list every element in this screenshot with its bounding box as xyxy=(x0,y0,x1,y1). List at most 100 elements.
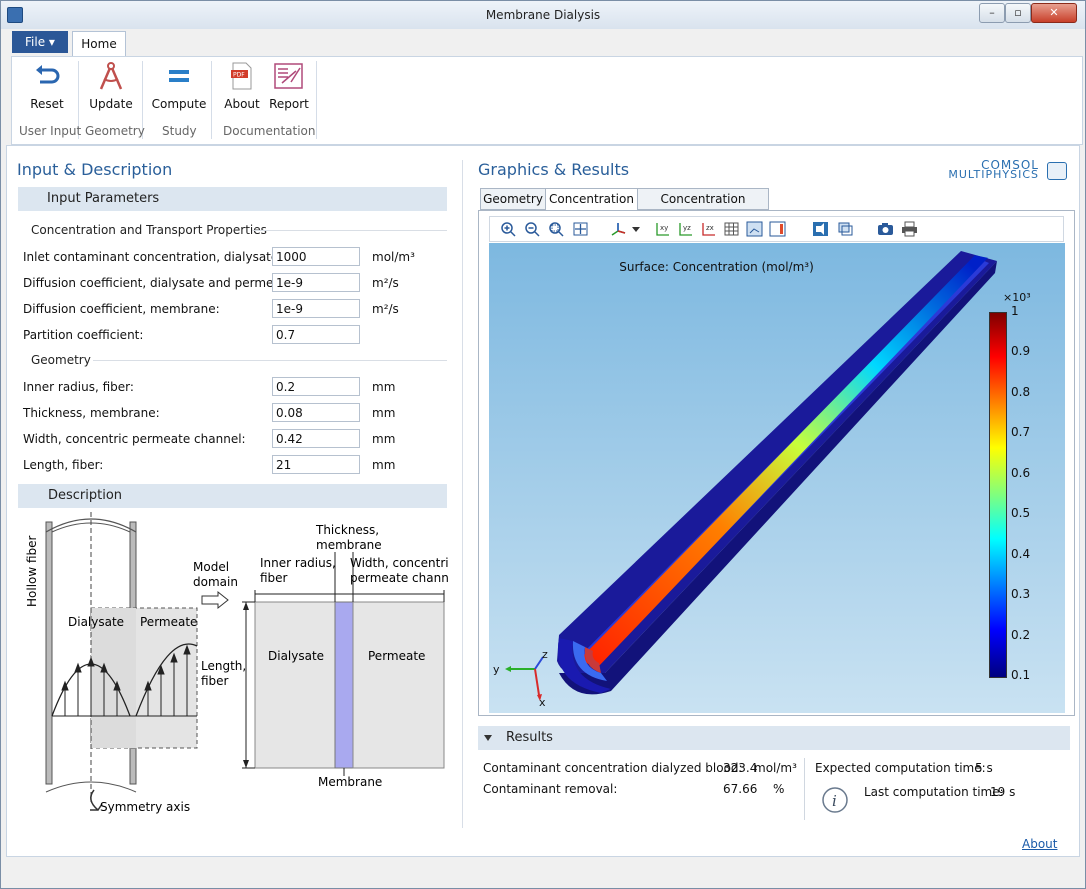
group-label-geometry: Geometry xyxy=(85,124,145,138)
about-button[interactable]: PDF About xyxy=(215,61,269,117)
xy-view-icon[interactable]: xy xyxy=(654,221,671,237)
param-label: Width, concentric permeate channel: xyxy=(23,432,246,446)
axis-orientation-icon[interactable] xyxy=(610,221,627,237)
dropdown-arrow-icon[interactable] xyxy=(631,221,641,237)
colorbar-tick-label: 0.4 xyxy=(1011,546,1031,561)
ribbon: Reset Update Compute PDF About Report Us… xyxy=(11,56,1083,145)
description-diagram: Hollow fiber Dialysate Permeate Length, … xyxy=(25,512,448,814)
app-window: Membrane Dialysis – ▫ ✕ File ▾ Home Rese… xyxy=(0,0,1086,889)
dialysate-region xyxy=(254,601,336,769)
param-label: Diffusion coefficient, dialysate and per… xyxy=(23,276,297,290)
tab-geometry[interactable]: Geometry xyxy=(480,188,546,210)
print-icon[interactable] xyxy=(901,221,918,237)
colorbar-tick-label: 0.1 xyxy=(1011,668,1031,682)
zx-view-icon[interactable]: zx xyxy=(700,221,717,237)
main-panel: Input & Description Input Parameters Con… xyxy=(6,145,1080,857)
symmetry-axis-label: Symmetry axis xyxy=(100,800,190,814)
axis-triad xyxy=(505,656,544,701)
reset-button[interactable]: Reset xyxy=(20,61,74,117)
group-label-study: Study xyxy=(162,124,197,138)
dialysate-region-label: Dialysate xyxy=(268,649,324,663)
minimize-button[interactable]: – xyxy=(979,3,1005,23)
maximize-button[interactable]: ▫ xyxy=(1005,3,1031,23)
update-label: Update xyxy=(89,97,133,111)
inner-radius-input[interactable]: 0.2 xyxy=(272,377,360,396)
param-unit: m²/s xyxy=(372,276,399,290)
report-button[interactable]: Report xyxy=(262,61,316,117)
tab-home[interactable]: Home xyxy=(72,31,126,56)
input-description-title: Input & Description xyxy=(17,160,173,179)
zoom-box-icon[interactable] xyxy=(548,221,565,237)
comsol-logo-line2: MULTIPHYSICS xyxy=(948,168,1039,181)
model-domain-label-1: Model xyxy=(193,560,229,574)
comsol-logo: COMSOL MULTIPHYSICS xyxy=(939,159,1039,181)
camera-icon[interactable] xyxy=(877,221,894,237)
partition-coefficient-input[interactable]: 0.7 xyxy=(272,325,360,344)
results-header[interactable]: Results xyxy=(478,726,1070,750)
conc-result-label: Contaminant concentration dialyzed blood… xyxy=(483,761,743,775)
axes-toggle-icon[interactable] xyxy=(746,221,763,237)
colorbar-tick-label: 0.8 xyxy=(1011,384,1031,399)
update-button[interactable]: Update xyxy=(84,61,138,117)
param-unit: m²/s xyxy=(372,302,399,316)
param-unit: mol/m³ xyxy=(372,250,415,264)
param-label: Diffusion coefficient, membrane: xyxy=(23,302,220,316)
fiber-wall-left xyxy=(45,521,53,785)
report-icon xyxy=(274,63,303,89)
svg-text:PDF: PDF xyxy=(233,72,245,79)
dialysate-label: Dialysate xyxy=(68,615,124,629)
diffusion-dialysate-input[interactable]: 1e-9 xyxy=(272,273,360,292)
channel-width-input[interactable]: 0.42 xyxy=(272,429,360,448)
membrane-label: Membrane xyxy=(318,775,382,789)
inner-radius-label-1: Inner radius, xyxy=(260,556,336,570)
svg-text:zx: zx xyxy=(706,224,714,232)
membrane-thickness-input[interactable]: 0.08 xyxy=(272,403,360,422)
last-time-label: Last computation time: xyxy=(864,785,1004,799)
input-parameters-header[interactable]: Input Parameters xyxy=(18,187,447,211)
dialysate-core xyxy=(578,255,988,668)
graphics-viewport[interactable]: Surface: Concentration (mol/m³) ×10³ 1 0… xyxy=(489,243,1065,713)
param-label: Length, fiber: xyxy=(23,458,104,472)
inlet-concentration-input[interactable]: 1000 xyxy=(272,247,360,266)
tab-concentration-profiles[interactable]: Concentration Profiles xyxy=(637,188,769,227)
expected-time-label: Expected computation time: xyxy=(815,761,986,775)
undo-icon xyxy=(36,65,60,84)
report-label: Report xyxy=(269,97,309,111)
tab-concentration[interactable]: Concentration xyxy=(545,188,638,211)
inner-radius-label-2: fiber xyxy=(260,571,288,585)
diffusion-membrane-input[interactable]: 1e-9 xyxy=(272,299,360,318)
about-label: About xyxy=(224,97,260,111)
section-divider xyxy=(93,360,447,361)
compute-label: Compute xyxy=(151,97,207,111)
about-link[interactable]: About xyxy=(1022,837,1057,851)
yz-view-icon[interactable]: yz xyxy=(677,221,694,237)
zoom-out-icon[interactable] xyxy=(524,221,541,237)
wireframe-icon[interactable] xyxy=(837,221,854,237)
collapse-arrow-icon[interactable] xyxy=(483,734,493,742)
geometry-section-heading: Geometry xyxy=(31,353,91,367)
removal-result-label: Contaminant removal: xyxy=(483,782,618,796)
param-unit: mm xyxy=(372,432,396,446)
param-label: Inner radius, fiber: xyxy=(23,380,134,394)
close-button[interactable]: ✕ xyxy=(1031,3,1077,23)
zoom-in-icon[interactable] xyxy=(500,221,517,237)
legend-toggle-icon[interactable] xyxy=(769,221,786,237)
file-menu-button[interactable]: File ▾ xyxy=(12,31,68,53)
length-fiber-label-2: fiber xyxy=(201,674,229,688)
colorbar-tick-label: 0.2 xyxy=(1011,627,1031,642)
grid-icon[interactable] xyxy=(723,221,740,237)
removal-result-unit: % xyxy=(773,782,785,796)
thickness-label-1: Thickness, xyxy=(315,523,379,537)
length-fiber-label-1: Length, xyxy=(201,659,246,673)
zoom-extents-icon[interactable] xyxy=(572,221,589,237)
fiber-length-input[interactable]: 21 xyxy=(272,455,360,474)
model-domain-label-2: domain xyxy=(193,575,238,589)
fiber-3d-plot xyxy=(557,251,997,695)
compute-button[interactable]: Compute xyxy=(151,61,207,117)
transparency-icon[interactable] xyxy=(812,221,829,237)
description-header[interactable]: Description xyxy=(18,484,447,508)
results-divider xyxy=(804,758,805,820)
expected-time-value: 5 s xyxy=(975,761,993,775)
svg-text:xy: xy xyxy=(660,224,668,232)
group-label-user-input: User Input xyxy=(19,124,82,138)
